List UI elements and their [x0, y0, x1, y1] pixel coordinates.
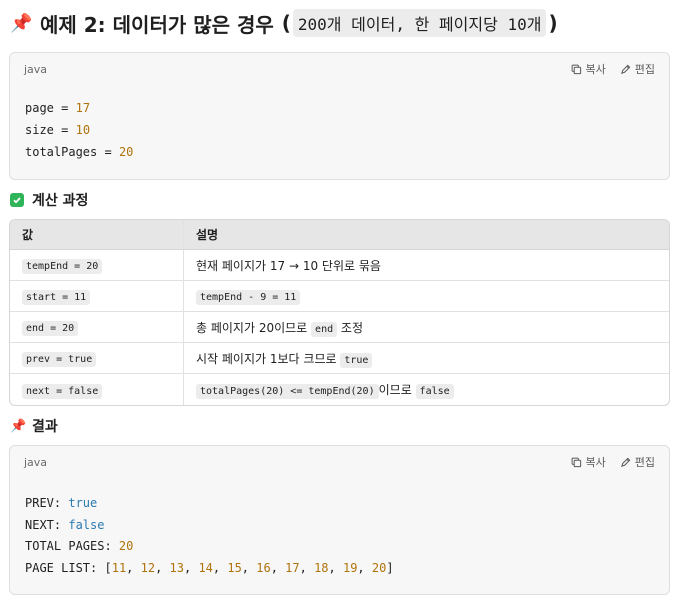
- table-cell-value: next = false: [10, 374, 184, 405]
- inline-code: totalPages(20) <= tempEnd(20): [196, 384, 379, 399]
- code-block-variables: java 복사 편집 page = 17 size = 10 totalPage…: [9, 52, 670, 180]
- desc-text: 현재 페이지가 17 → 10 단위로 묶음: [196, 258, 381, 273]
- table-row: tempEnd = 20 현재 페이지가 17 → 10 단위로 묶음: [10, 250, 669, 281]
- table-header-value: 값: [10, 220, 184, 250]
- copy-label: 복사: [585, 63, 606, 76]
- page-number: 13: [169, 560, 184, 575]
- page-list: [11, 12, 13, 14, 15, 16, 17, 18, 19, 20]: [104, 560, 394, 575]
- code-body: PREV: true NEXT: false TOTAL PAGES: 20 P…: [10, 478, 669, 591]
- page-number: 14: [198, 560, 213, 575]
- table-row: prev = true 시작 페이지가 1보다 크므로 true: [10, 343, 669, 374]
- table-cell-desc: tempEnd - 9 = 11: [184, 281, 669, 312]
- table-header-desc: 설명: [184, 220, 669, 250]
- inline-code: start = 11: [22, 290, 91, 305]
- table-row: end = 20 총 페이지가 20이므로 end 조정: [10, 312, 669, 343]
- section-heading-result: 📌 결과: [10, 416, 58, 436]
- pushpin-icon: 📌: [10, 418, 27, 434]
- page-number: 20: [371, 560, 387, 575]
- page-number: 16: [256, 560, 271, 575]
- section-heading-calc: 계산 과정: [10, 190, 88, 210]
- page-number: 12: [140, 560, 156, 575]
- table-cell-desc: 총 페이지가 20이므로 end 조정: [184, 312, 669, 343]
- calc-table: 값 설명 tempEnd = 20 현재 페이지가 17 → 10 단위로 묶음 s…: [9, 219, 670, 406]
- check-icon: [10, 193, 24, 207]
- table-cell-value: prev = true: [10, 343, 184, 374]
- code-line: size = 10: [25, 123, 91, 137]
- table-cell-value: tempEnd = 20: [10, 250, 184, 281]
- table-cell-desc: 현재 페이지가 17 → 10 단위로 묶음: [184, 250, 669, 281]
- inline-code: tempEnd = 20: [22, 259, 103, 274]
- edit-button[interactable]: 편집: [620, 61, 655, 77]
- table-row: next = false totalPages(20) <= tempEnd(20…: [10, 374, 669, 405]
- copy-icon: [571, 64, 581, 74]
- desc-text: 이므로: [378, 383, 416, 397]
- table-cell-value: start = 11: [10, 281, 184, 312]
- inline-code: next = false: [22, 383, 103, 399]
- section-result-title: 결과: [32, 419, 58, 435]
- page-number: 18: [314, 560, 329, 575]
- code-line: totalPages = 20: [25, 145, 134, 159]
- inline-code: end: [311, 321, 338, 337]
- table-cell-desc: 시작 페이지가 1보다 크므로 true: [184, 343, 669, 374]
- desc-text: 조정: [337, 320, 364, 335]
- edit-label: 편집: [634, 456, 655, 469]
- table-cell-value: end = 20: [10, 312, 184, 343]
- code-line: PREV: true: [25, 496, 98, 510]
- code-line: PAGE LIST: [11, 12, 13, 14, 15, 16, 17, …: [25, 560, 394, 575]
- code-line: page = 17: [25, 101, 91, 115]
- code-block-result: java 복사 편집 PREV: true NEXT: false TOTAL …: [9, 445, 670, 595]
- inline-code: tempEnd - 9 = 11: [196, 290, 301, 305]
- heading-paren-close: ): [548, 11, 558, 35]
- page-number: 19: [342, 560, 358, 575]
- page-number: 11: [111, 560, 127, 575]
- copy-button[interactable]: 복사: [571, 61, 606, 77]
- code-block-header: java 복사 편집: [10, 53, 669, 85]
- edit-icon: [620, 457, 631, 467]
- section-calc-title: 계산 과정: [32, 193, 89, 209]
- page-number: 17: [285, 560, 300, 575]
- code-body: page = 17 size = 10 totalPages = 20: [10, 85, 669, 175]
- copy-button[interactable]: 복사: [571, 454, 606, 470]
- heading-inline-code: 200개 데이터, 한 페이지당 10개: [292, 9, 547, 37]
- code-line: NEXT: false: [25, 517, 105, 532]
- code-language-label: java: [24, 455, 48, 469]
- edit-icon: [620, 64, 631, 74]
- heading-paren-open: (: [281, 11, 291, 35]
- table-row: start = 11 tempEnd - 9 = 11: [10, 281, 669, 312]
- heading-title: 예제 2: 데이터가 많은 경우: [40, 12, 274, 37]
- code-block-header: java 복사 편집: [10, 446, 669, 478]
- inline-code: end = 20: [22, 321, 79, 336]
- edit-label: 편집: [634, 63, 655, 76]
- copy-label: 복사: [585, 456, 606, 469]
- pushpin-icon: 📌: [10, 12, 33, 34]
- code-line: TOTAL PAGES: 20: [25, 539, 134, 553]
- copy-icon: [571, 457, 581, 467]
- code-language-label: java: [24, 62, 48, 76]
- inline-code: true: [340, 352, 373, 368]
- desc-text: 총 페이지가 20이므로: [196, 320, 312, 335]
- page-number: 15: [227, 560, 242, 575]
- edit-button[interactable]: 편집: [620, 454, 655, 470]
- inline-code: prev = true: [22, 352, 97, 367]
- inline-code: false: [415, 384, 454, 399]
- desc-text: 시작 페이지가 1보다 크므로: [196, 351, 341, 366]
- table-cell-desc: totalPages(20) <= tempEnd(20) 이므로 false: [184, 374, 669, 405]
- page-heading: 📌 예제 2: 데이터가 많은 경우 ( 200개 데이터, 한 페이지당 10…: [10, 6, 560, 40]
